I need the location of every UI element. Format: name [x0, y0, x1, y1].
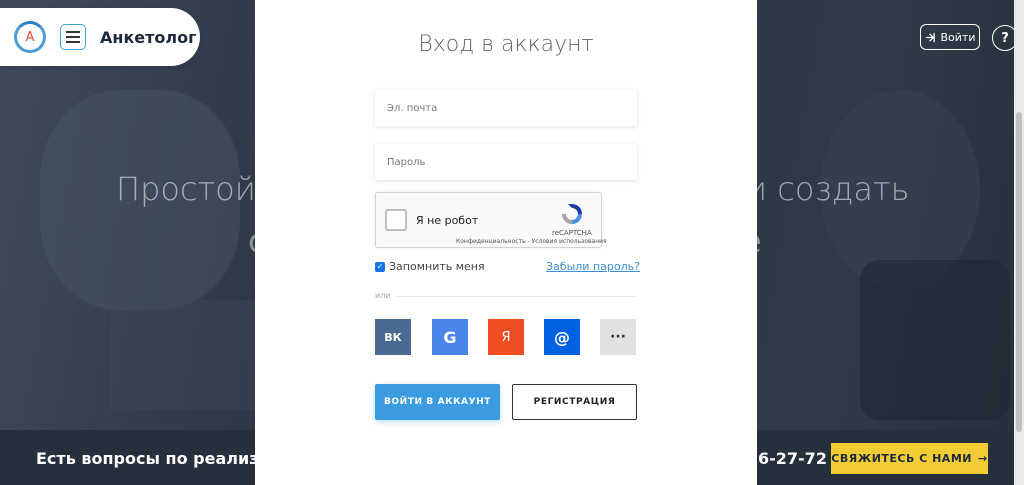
login-modal: Вход в аккаунт Я не робот reCAPTCHA Конф…	[255, 0, 757, 485]
logo-icon[interactable]: A	[14, 21, 46, 53]
recaptcha-checkbox[interactable]	[385, 209, 407, 231]
menu-button[interactable]	[60, 24, 86, 50]
contact-us-button[interactable]: СВЯЖИТЕСЬ С НАМИ →	[831, 443, 988, 474]
remember-checkbox[interactable]: ✓	[375, 261, 385, 272]
hero-headline-right: и создать	[746, 170, 910, 208]
header-logo-bar: A Анкетолог	[0, 8, 200, 66]
more-providers-button[interactable]: ···	[600, 319, 636, 355]
page-scrollbar[interactable]	[1014, 0, 1024, 485]
hamburger-line	[66, 41, 80, 43]
vk-login-button[interactable]: ВК	[375, 319, 411, 355]
header-login-button[interactable]: Войти	[920, 24, 980, 50]
recaptcha-links[interactable]: Конфиденциальность - Условия использован…	[456, 238, 607, 245]
contact-us-label: СВЯЖИТЕСЬ С НАМИ	[831, 452, 972, 465]
contact-phone[interactable]: 6-27-72	[758, 449, 827, 468]
yandex-login-button[interactable]: Я	[488, 319, 524, 355]
google-login-button[interactable]: G	[432, 319, 468, 355]
recaptcha-logo-icon	[562, 204, 582, 224]
hero-headline-left: Простой	[116, 170, 256, 208]
or-divider	[395, 296, 637, 297]
vk-icon: ВК	[384, 330, 402, 344]
recaptcha-label: Я не робот	[416, 214, 479, 227]
hamburger-line	[66, 31, 80, 33]
mailru-login-button[interactable]: @	[544, 319, 580, 355]
login-arrow-icon	[925, 32, 935, 42]
header-login-label: Войти	[940, 30, 976, 44]
login-submit-button[interactable]: ВОЙТИ В АККАУНТ	[375, 384, 500, 420]
remember-label: Запомнить меня	[389, 260, 485, 273]
more-icon: ···	[610, 329, 626, 345]
hero-decor	[860, 260, 1010, 420]
register-button[interactable]: РЕГИСТРАЦИЯ	[512, 384, 637, 420]
hamburger-line	[66, 36, 80, 38]
mail-icon: @	[554, 327, 570, 347]
or-divider-label: или	[375, 291, 391, 300]
google-icon: G	[443, 327, 457, 347]
recaptcha-brand: reCAPTCHA	[552, 229, 592, 237]
arrow-right-icon: →	[977, 452, 988, 465]
email-input[interactable]	[375, 90, 637, 126]
password-input[interactable]	[375, 144, 637, 180]
contact-question-text: Есть вопросы по реализа	[36, 449, 270, 468]
brand-name[interactable]: Анкетолог	[100, 28, 196, 47]
remember-me[interactable]: ✓ Запомнить меня	[375, 260, 485, 273]
scrollbar-thumb[interactable]	[1016, 112, 1022, 432]
yandex-icon: Я	[501, 329, 511, 345]
forgot-password-link[interactable]: Забыли пароль?	[546, 260, 640, 273]
hero-decor	[110, 300, 260, 410]
recaptcha-widget: Я не робот reCAPTCHA Конфиденциальность …	[375, 192, 607, 248]
modal-title: Вход в аккаунт	[418, 32, 594, 57]
